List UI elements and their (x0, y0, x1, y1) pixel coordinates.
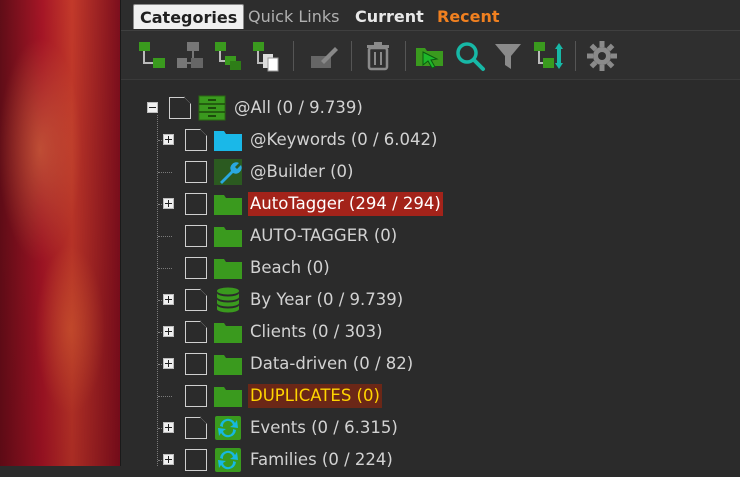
category-label[interactable]: Beach (0) (248, 256, 332, 280)
tree-row[interactable]: By Year (0 / 9.739) (121, 284, 740, 316)
folder-green-icon (213, 255, 243, 281)
background-photo (0, 0, 120, 466)
tree-row[interactable]: Events (0 / 6.315) (121, 412, 740, 444)
category-checkbox[interactable] (185, 449, 207, 471)
category-label[interactable]: @Keywords (0 / 6.042) (248, 128, 439, 152)
tree-row[interactable]: Beach (0) (121, 252, 740, 284)
category-checkbox[interactable] (185, 289, 207, 311)
category-checkbox[interactable] (185, 417, 207, 439)
category-checkbox[interactable] (169, 97, 191, 119)
rename-category-icon[interactable] (307, 39, 341, 73)
tree-row[interactable]: DUPLICATES (0) (121, 380, 740, 412)
tree-row[interactable]: Families (0 / 224) (121, 444, 740, 476)
category-label[interactable]: @All (0 / 9.739) (232, 96, 365, 120)
folder-green-icon (213, 319, 243, 345)
expand-icon[interactable] (163, 294, 174, 305)
category-checkbox[interactable] (185, 321, 207, 343)
sync-icon (213, 415, 243, 441)
new-subcategory-icon[interactable] (173, 39, 207, 73)
folder-blue-icon (213, 127, 243, 153)
tree-row[interactable]: Data-driven (0 / 82) (121, 348, 740, 380)
tree-line (158, 396, 172, 398)
categories-panel: Categories Quick Links Current Recent @A… (120, 0, 740, 472)
cabinet-icon (197, 95, 227, 121)
settings-icon[interactable] (585, 39, 619, 73)
category-checkbox[interactable] (185, 225, 207, 247)
category-label[interactable]: AUTO-TAGGER (0) (248, 224, 399, 248)
copy-category-icon[interactable] (249, 39, 283, 73)
category-checkbox[interactable] (185, 353, 207, 375)
tree-row[interactable]: AutoTagger (294 / 294) (121, 188, 740, 220)
tree-line (158, 268, 172, 270)
tree-line (158, 172, 172, 174)
new-category-icon[interactable] (135, 39, 169, 73)
toolbar-separator (351, 41, 352, 71)
tree-row[interactable]: @All (0 / 9.739) (121, 92, 740, 124)
folder-green-icon (213, 383, 243, 409)
category-label[interactable]: Clients (0 / 303) (248, 320, 385, 344)
tab-recent[interactable]: Recent (431, 4, 506, 29)
category-label[interactable]: Data-driven (0 / 82) (248, 352, 415, 376)
category-checkbox[interactable] (185, 257, 207, 279)
folder-green-icon (213, 351, 243, 377)
sync-icon (213, 447, 243, 473)
toolbar-separator (405, 41, 406, 71)
tree-row[interactable]: AUTO-TAGGER (0) (121, 220, 740, 252)
category-label[interactable]: AutoTagger (294 / 294) (248, 192, 443, 216)
search-icon[interactable] (453, 39, 487, 73)
category-checkbox[interactable] (185, 385, 207, 407)
expand-icon[interactable] (163, 358, 174, 369)
tab-categories[interactable]: Categories (133, 4, 245, 29)
category-label[interactable]: @Builder (0) (248, 160, 355, 184)
move-to-category-icon[interactable] (413, 39, 447, 73)
tree-row[interactable]: @Keywords (0 / 6.042) (121, 124, 740, 156)
expand-icon[interactable] (163, 454, 174, 465)
category-label[interactable]: By Year (0 / 9.739) (248, 288, 405, 312)
category-checkbox[interactable] (185, 161, 207, 183)
category-label[interactable]: DUPLICATES (0) (248, 384, 382, 408)
delete-icon[interactable] (361, 39, 395, 73)
expand-icon[interactable] (163, 326, 174, 337)
category-label[interactable]: Events (0 / 6.315) (248, 416, 400, 440)
tree-row[interactable]: Clients (0 / 303) (121, 316, 740, 348)
toolbar-separator (575, 41, 576, 71)
toolbar (121, 30, 740, 80)
database-icon (213, 287, 243, 313)
tab-current[interactable]: Current (349, 4, 430, 29)
expand-icon[interactable] (163, 134, 174, 145)
category-tree: @All (0 / 9.739) @Keywords (0 / 6.042) @Bu… (121, 78, 740, 472)
category-checkbox[interactable] (185, 129, 207, 151)
wrench-icon (213, 159, 243, 185)
tree-row[interactable]: @Builder (0) (121, 156, 740, 188)
toolbar-separator (293, 41, 294, 71)
tree-line (158, 236, 172, 238)
tab-bar: Categories Quick Links Current Recent (121, 0, 740, 30)
tab-quick-links[interactable]: Quick Links (242, 4, 345, 29)
expand-icon[interactable] (163, 198, 174, 209)
category-checkbox[interactable] (185, 193, 207, 215)
folder-green-icon (213, 223, 243, 249)
expand-icon[interactable] (163, 422, 174, 433)
sort-icon[interactable] (531, 39, 565, 73)
filter-icon[interactable] (491, 39, 525, 73)
duplicate-category-icon[interactable] (211, 39, 245, 73)
category-label[interactable]: Families (0 / 224) (248, 448, 395, 472)
folder-green-icon (213, 191, 243, 217)
collapse-icon[interactable] (147, 102, 158, 113)
